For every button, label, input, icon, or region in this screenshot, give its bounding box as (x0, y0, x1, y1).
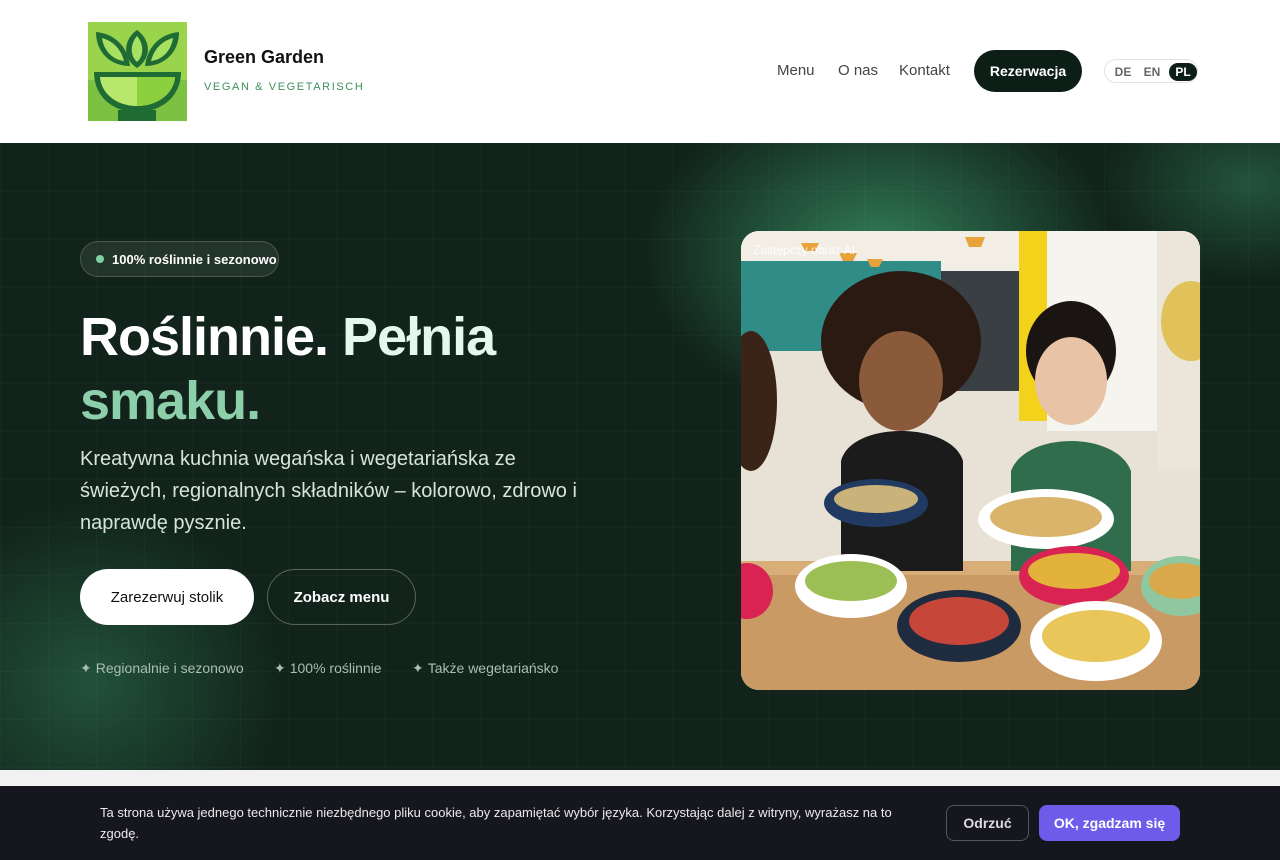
hero-badge: 100% roślinnie i sezonowo (80, 241, 279, 277)
status-dot-icon (96, 255, 104, 263)
sparkle-icon: ✦ (412, 660, 424, 676)
lang-en[interactable]: EN (1140, 63, 1164, 81)
leaf-bowl-icon (88, 22, 187, 121)
cookie-banner: Ta strona używa jednego technicznie niez… (0, 786, 1280, 860)
feature-label: Regionalnie i sezonowo (95, 660, 244, 676)
restaurant-scene-illustration (741, 231, 1200, 690)
book-table-button[interactable]: Zarezerwuj stolik (80, 569, 254, 625)
lang-de[interactable]: DE (1111, 63, 1135, 81)
hero-title-part3: smaku. (80, 371, 261, 431)
nav-link-menu[interactable]: Menu (777, 62, 815, 79)
view-menu-button[interactable]: Zobacz menu (267, 569, 416, 625)
cookie-text: Ta strona używa jednego technicznie niez… (100, 805, 892, 841)
feature-item: ✦ 100% roślinnie (274, 660, 382, 677)
hero-title-part2: Pełnia (342, 307, 496, 367)
hero-badge-label: 100% roślinnie i sezonowo (112, 251, 277, 267)
nav-link-about[interactable]: O nas (838, 62, 878, 79)
nav-link-contact[interactable]: Kontakt (899, 62, 950, 79)
hero-section: 100% roślinnie i sezonowo Roślinnie. Peł… (0, 143, 1280, 770)
hero-lead: Kreatywna kuchnia wegańska i wegetariańs… (80, 448, 577, 534)
site-header: Green Garden VEGAN & VEGETARISCH Menu O … (0, 0, 1280, 143)
feature-item: ✦ Regionalnie i sezonowo (80, 660, 244, 677)
image-label: Zastępczy obraz AI (753, 243, 856, 257)
sparkle-icon: ✦ (80, 660, 92, 676)
brand-logo[interactable] (88, 22, 187, 121)
brand-tagline: VEGAN & VEGETARISCH (204, 81, 365, 93)
sparkle-icon: ✦ (274, 660, 286, 676)
feature-label: Także wegetariańsko (427, 660, 559, 676)
lang-pl[interactable]: PL (1169, 63, 1197, 81)
brand-name[interactable]: Green Garden (204, 47, 324, 68)
cookie-accept-button[interactable]: OK, zgadzam się (1039, 805, 1180, 841)
reservation-button[interactable]: Rezerwacja (974, 50, 1082, 92)
hero-title-part1: Roślinnie. (80, 307, 329, 367)
hero-image: Zastępczy obraz AI (741, 231, 1200, 690)
cookie-refuse-button[interactable]: Odrzuć (946, 805, 1029, 841)
feature-label: 100% roślinnie (289, 660, 382, 676)
language-switcher: DE EN PL (1104, 59, 1198, 83)
feature-item: ✦ Także wegetariańsko (412, 660, 558, 677)
hero-title: Roślinnie. Pełnia smaku. (80, 305, 640, 433)
